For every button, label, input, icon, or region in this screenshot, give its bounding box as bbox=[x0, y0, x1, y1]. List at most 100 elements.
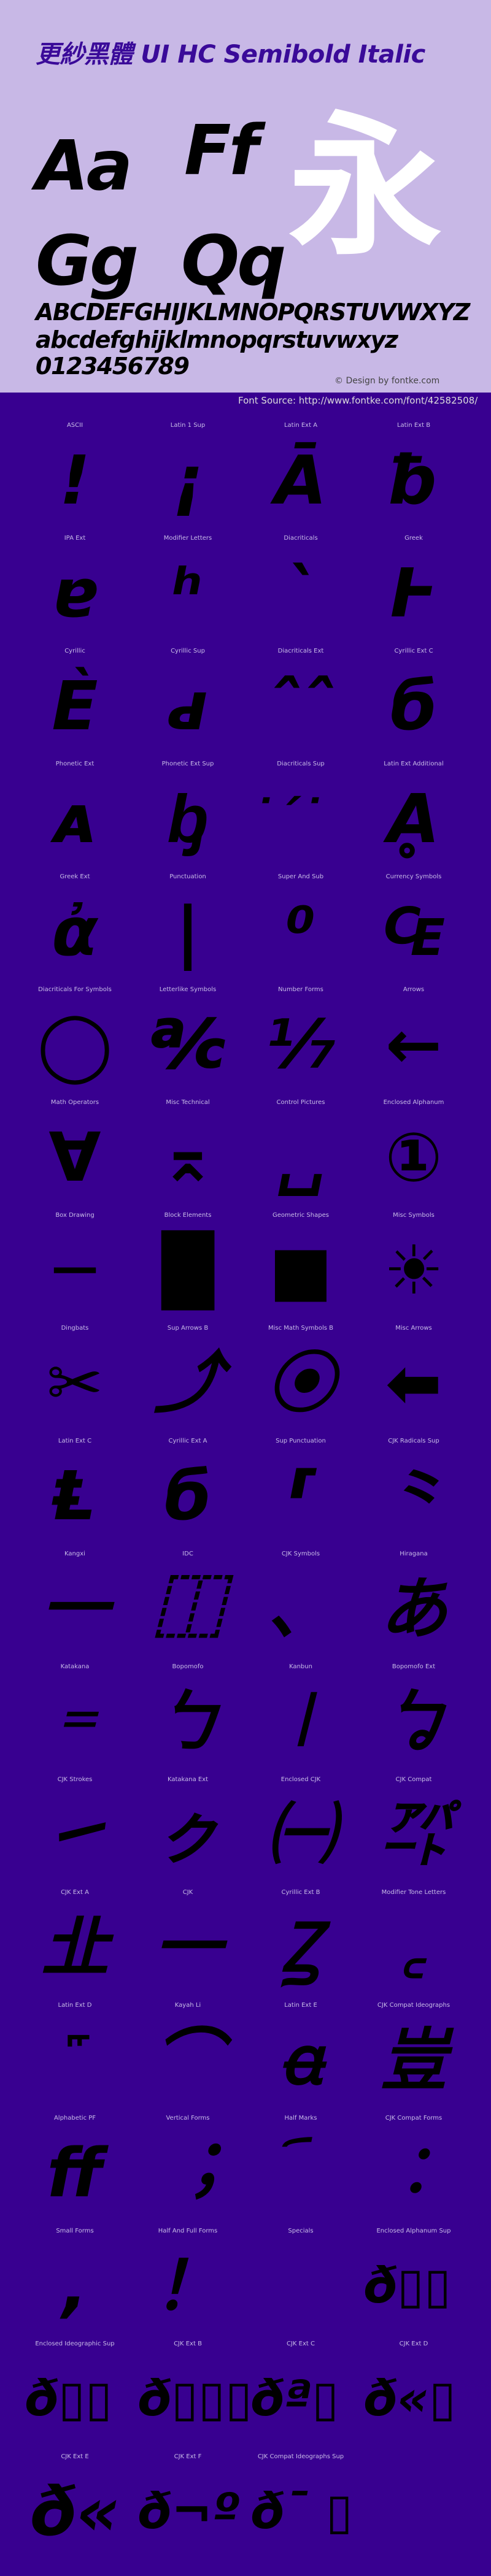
block-label: Latin Ext E bbox=[284, 2002, 317, 2009]
block-cell: Hiragana あ bbox=[357, 1551, 470, 1663]
block-glyph: ∀ bbox=[48, 1118, 101, 1197]
block-label: CJK Ext B bbox=[174, 2340, 202, 2347]
block-glyph: Ḁ bbox=[387, 780, 440, 858]
block-glyph: 一 bbox=[154, 1908, 222, 1987]
block-glyph: ︠ bbox=[244, 2133, 357, 2213]
block-cell: Diacriticals Ext ˆˆ bbox=[244, 648, 357, 761]
block-cell: CJK Strokes ㇀ bbox=[18, 1776, 131, 1889]
block-label: Kanbun bbox=[289, 1663, 312, 1670]
block-cell: Vertical Forms ︔ bbox=[131, 2115, 244, 2228]
block-glyph: ︰ bbox=[380, 2134, 447, 2212]
block-label: Cyrillic Ext B bbox=[281, 1889, 320, 1896]
block-cell: Latin Ext C Ⱡ bbox=[18, 1438, 131, 1551]
block-cell: Currency Symbols ₠ bbox=[357, 873, 470, 986]
block-glyph: ƀ bbox=[389, 441, 438, 519]
block-glyph: ꬰ bbox=[280, 2021, 322, 2099]
block-cell: Misc Symbols ☀ bbox=[357, 1212, 470, 1325]
block-glyph: ð▯▯▯ bbox=[137, 2370, 253, 2427]
block-cell: Misc Arrows ⬅ bbox=[357, 1325, 470, 1438]
block-glyph: | bbox=[175, 892, 201, 971]
block-glyph: ￼ bbox=[244, 2246, 357, 2326]
block-glyph: ᶀ bbox=[167, 780, 209, 858]
block-glyph: ᴀ bbox=[53, 780, 97, 858]
block-glyph: Ͱ bbox=[390, 554, 438, 632]
block-cell: Enclosed CJK ㈠ bbox=[244, 1776, 357, 1889]
block-cell: Letterlike Symbols ℀ bbox=[131, 986, 244, 1099]
block-cell: Box Drawing ─ bbox=[18, 1212, 131, 1325]
block-cell: Diacriticals ` bbox=[244, 535, 357, 648]
block-glyph: ㄅ bbox=[154, 1682, 222, 1761]
block-cell: Arrows ← bbox=[357, 986, 470, 1099]
block-cell: CJK Compat ㌀ bbox=[357, 1776, 470, 1889]
block-cell: Latin Ext B ƀ bbox=[357, 422, 470, 535]
block-cell: Block Elements █ bbox=[131, 1212, 244, 1325]
block-glyph: ← bbox=[385, 1005, 443, 1084]
block-cell: Katakana Ext ㇰ bbox=[131, 1776, 244, 1889]
block-cell: Alphabetic PF ﬀ bbox=[18, 2115, 131, 2228]
block-glyph: ㆐ bbox=[267, 1682, 334, 1761]
block-glyph: Ѐ bbox=[52, 667, 98, 745]
block-glyph: б bbox=[390, 667, 438, 745]
block-cell: CJK Symbols 、 bbox=[244, 1551, 357, 1663]
block-cell: Dingbats ✂ bbox=[18, 1325, 131, 1438]
block-cell: Cyrillic Sup ԁ bbox=[131, 648, 244, 761]
sample-aa: Aa bbox=[36, 126, 133, 206]
block-label: Latin Ext D bbox=[58, 2002, 92, 2009]
font-source-link[interactable]: Font Source: http://www.fontke.com/font/… bbox=[238, 395, 477, 406]
block-glyph: Ꙁ bbox=[281, 1908, 320, 1987]
block-label: Diacriticals bbox=[284, 535, 318, 542]
block-glyph: Ā bbox=[274, 441, 327, 519]
block-glyph: ︔ bbox=[154, 2134, 222, 2212]
block-cell: Specials ￼ bbox=[244, 2228, 357, 2340]
block-cell: CJK Ext A 㐀 bbox=[18, 1889, 131, 2002]
font-preview-header: 更紗黑體 UI HC Semibold Italic Aa Ff Gg Qq 永… bbox=[0, 0, 491, 393]
block-label: Bopomofo bbox=[172, 1663, 204, 1670]
block-label: Half Marks bbox=[284, 2115, 317, 2122]
block-glyph: ㆠ bbox=[380, 1682, 447, 1761]
block-cell: Misc Math Symbols B ⦿ bbox=[244, 1325, 357, 1438]
block-label: Specials bbox=[288, 2228, 314, 2234]
block-glyph: ꜠ bbox=[18, 2020, 131, 2100]
block-glyph: ㇀ bbox=[41, 1795, 109, 1874]
block-label: Misc Math Symbols B bbox=[268, 1325, 333, 1332]
sample-ff: Ff bbox=[184, 111, 258, 191]
block-cell: CJK Compat Ideographs 豈 bbox=[357, 2002, 470, 2115]
digits-sample: 0123456789 bbox=[36, 353, 190, 380]
block-cell: CJK Ext F ð¬º bbox=[131, 2453, 244, 2566]
block-cell: Latin Ext A Ā bbox=[244, 422, 357, 535]
block-cell: Latin Ext E ꬰ bbox=[244, 2002, 357, 2115]
block-glyph: ⌒ bbox=[154, 2021, 222, 2099]
block-cell: Cyrillic Ext A б bbox=[131, 1438, 244, 1551]
block-glyph: ゠ bbox=[41, 1682, 109, 1761]
block-glyph: ˆˆ bbox=[267, 667, 334, 745]
block-glyph: ἀ bbox=[52, 892, 98, 971]
block-label: Box Drawing bbox=[55, 1212, 95, 1219]
block-label: Hiragana bbox=[400, 1551, 428, 1557]
block-label: Kangxi bbox=[64, 1551, 85, 1557]
block-glyph: ¡ bbox=[172, 441, 204, 519]
block-cell: Control Pictures ␣ bbox=[244, 1099, 357, 1212]
block-label: CJK Compat Ideographs bbox=[377, 2002, 450, 2009]
block-label: Enclosed Alphanum Sup bbox=[376, 2228, 451, 2234]
block-glyph: ðª▯ bbox=[250, 2370, 339, 2427]
block-cell: IDC ⿰ bbox=[131, 1551, 244, 1663]
block-label: Latin Ext A bbox=[284, 422, 318, 429]
block-cell: Enclosed Alphanum Sup ð▯▯ bbox=[357, 2228, 470, 2340]
block-cell: Kanbun ㆐ bbox=[244, 1663, 357, 1776]
block-label: Cyrillic Ext C bbox=[394, 648, 433, 654]
block-label: Arrows bbox=[403, 986, 425, 993]
block-glyph: ` bbox=[284, 554, 318, 632]
block-cell: Latin 1 Sup ¡ bbox=[131, 422, 244, 535]
block-label: Half And Full Forms bbox=[158, 2228, 218, 2234]
block-cell: CJK Ext D ð«▯ bbox=[357, 2340, 470, 2453]
block-cell: Bopomofo ㄅ bbox=[131, 1663, 244, 1776]
block-label: Dingbats bbox=[61, 1325, 89, 1332]
block-cell: Kangxi ⼀ bbox=[18, 1551, 131, 1663]
block-glyph: ! bbox=[59, 441, 91, 519]
block-cell: CJK Compat Ideographs Sup ð¯ ▯ bbox=[244, 2453, 357, 2566]
block-label: CJK Ext D bbox=[399, 2340, 428, 2347]
block-glyph: ꜀ bbox=[401, 1908, 426, 1987]
block-label: CJK Ext A bbox=[61, 1889, 89, 1896]
block-glyph: ð▯▯ bbox=[363, 2257, 452, 2314]
block-glyph: , bbox=[62, 2247, 88, 2325]
